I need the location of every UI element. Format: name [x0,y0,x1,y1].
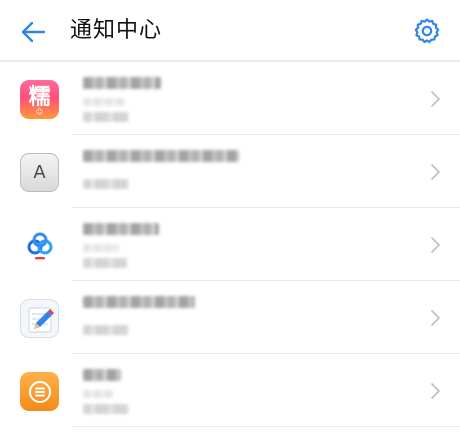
redacted-app-name [83,223,159,235]
redacted-app-name [83,77,161,89]
pencil-note-icon [28,307,54,332]
dictionary-app-icon: A [20,153,59,192]
back-button[interactable] [14,14,52,50]
app-notification-list: 糯 ☺ A [0,62,460,427]
recorder-app-icon [20,372,59,411]
redacted-status [83,112,129,122]
recorder-list-icon [28,380,51,403]
gear-icon [414,18,440,44]
nuo-icon-glyph: 糯 [28,84,51,110]
chevron-right-icon [431,310,440,326]
baidu-netdisk-icon [20,226,59,265]
list-item[interactable]: 糯 ☺ [0,62,460,135]
redacted-app-name-line2 [83,390,113,398]
list-item[interactable] [0,281,460,354]
nuo-icon-sub: ☺ [35,108,44,116]
redacted-app-name [83,150,239,162]
list-item[interactable] [0,354,460,427]
cloud-rings-icon [27,232,52,259]
nuo-app-icon: 糯 ☺ [20,80,59,119]
settings-button[interactable] [410,14,444,48]
row-divider [72,426,460,427]
list-item[interactable]: A [0,135,460,208]
chevron-right-icon [431,91,440,107]
notification-center-screen: 通知中心 糯 ☺ A [0,0,460,433]
page-title: 通知中心 [70,18,163,43]
notes-app-icon [20,299,59,338]
redacted-app-name [83,296,195,308]
chevron-right-icon [431,164,440,180]
redacted-status [83,325,129,335]
redacted-app-name-line2 [83,244,119,252]
redacted-app-name [83,369,121,381]
top-app-bar: 通知中心 [0,0,460,60]
chevron-right-icon [431,237,440,253]
list-item[interactable] [0,208,460,281]
redacted-status [83,179,129,189]
chevron-right-icon [431,383,440,399]
dictionary-icon-glyph: A [33,162,46,183]
redacted-status [83,258,127,268]
redacted-app-name-line2 [83,98,125,106]
arrow-left-icon [21,21,46,43]
redacted-status [83,404,129,414]
